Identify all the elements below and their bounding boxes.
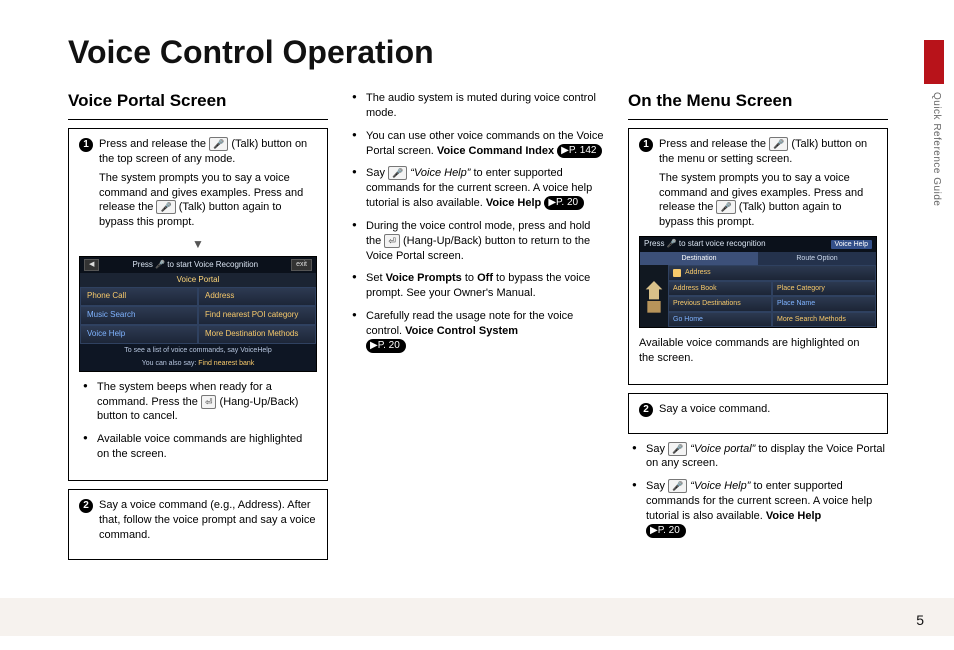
ms2-gohome: Go Home (668, 312, 772, 327)
ms2-placecat: Place Category (772, 281, 876, 296)
column-notes: The audio system is muted during voice c… (348, 91, 608, 568)
ms-sub2a: You can also say: (142, 360, 199, 367)
page-number: 5 (916, 612, 924, 628)
talk-icon: 🎤 (716, 200, 735, 214)
caption-c: Available voice commands are highlighted… (639, 336, 877, 366)
ms2-addrbook: Address Book (668, 281, 772, 296)
step-a2-text: Say a voice command (e.g., Address). Aft… (99, 499, 315, 541)
page-ref-20a: ▶P. 20 (544, 196, 584, 210)
ms2-moresearch: More Search Methods (772, 312, 876, 327)
note-voice-help: Say 🎤 “Voice Help” to enter supported co… (352, 166, 608, 211)
talk-icon: 🎤 (156, 200, 175, 214)
step-box-a1: 1 Press and release the 🎤 (Talk) button … (68, 128, 328, 481)
heading-voice-portal: Voice Portal Screen (68, 91, 328, 111)
step-box-a2: 2 Say a voice command (e.g., Address). A… (68, 489, 328, 560)
step-number-1: 1 (639, 138, 653, 152)
heading-menu-screen: On the Menu Screen (628, 91, 888, 111)
ms-item-poi: Find nearest POI category (198, 306, 316, 325)
divider (68, 119, 328, 120)
step-box-c1: 1 Press and release the 🎤 (Talk) button … (628, 128, 888, 385)
ms2-prevdest: Previous Destinations (668, 296, 772, 311)
page-ref-20b: ▶P. 20 (366, 339, 406, 353)
ms-item-more: More Destination Methods (198, 325, 316, 344)
talk-icon: 🎤 (769, 137, 788, 151)
step-a1-text-a: Press and release the (99, 138, 209, 150)
ms-item-music: Music Search (80, 306, 198, 325)
hangup-icon: ⏎ (384, 234, 400, 248)
ms-sub2b: Find nearest bank (198, 360, 254, 367)
exit-button: exit (291, 259, 312, 270)
ms2-tab-route: Route Option (758, 252, 876, 265)
side-label: Quick Reference Guide (931, 92, 942, 206)
step-number-2: 2 (639, 403, 653, 417)
talk-icon: 🎤 (209, 137, 228, 151)
house-icon (640, 265, 668, 327)
voice-portal-screenshot: ◀ Press 🎤 to start Voice Recognition exi… (79, 256, 317, 372)
section-tab (924, 40, 944, 84)
talk-icon: 🎤 (668, 442, 687, 456)
ms-sub1: To see a list of voice commands, say Voi… (80, 344, 316, 357)
page-title: Voice Control Operation (68, 34, 904, 71)
bullet-a-beep: The system beeps when ready for a comman… (83, 380, 317, 425)
note-usage: Carefully read the usage note for the vo… (352, 309, 608, 354)
ms-item-help: Voice Help (80, 325, 198, 344)
talk-icon: 🎤 (388, 166, 407, 180)
ms-top-text: Press 🎤 to start Voice Recognition (132, 260, 258, 271)
column-voice-portal: Voice Portal Screen 1 Press and release … (68, 91, 328, 568)
column-menu-screen: On the Menu Screen 1 Press and release t… (628, 91, 888, 568)
note-other-commands: You can use other voice commands on the … (352, 129, 608, 159)
divider (628, 119, 888, 120)
page-ref-142: ▶P. 142 (557, 144, 602, 158)
step-c1-text-a: Press and release the (659, 138, 769, 150)
talk-icon: 🎤 (668, 479, 687, 493)
step-c2-text: Say a voice command. (659, 403, 770, 415)
ms2-tab-destination: Destination (640, 252, 758, 265)
menu-screenshot: Press 🎤 to start voice recognition Voice… (639, 236, 877, 328)
bullet-c-voice-help: Say 🎤 “Voice Help” to enter supported co… (632, 479, 888, 538)
ms2-top-text: Press 🎤 to start voice recognition (644, 239, 766, 250)
back-icon: ◀ (84, 259, 99, 270)
ms2-address: Address (668, 265, 876, 280)
page-ref-20c: ▶P. 20 (646, 524, 686, 538)
note-muted: The audio system is muted during voice c… (352, 91, 608, 121)
bullet-c-voice-portal: Say 🎤 “Voice portal” to display the Voic… (632, 442, 888, 472)
bullet-a-highlight: Available voice commands are highlighted… (83, 432, 317, 462)
step-number-1: 1 (79, 138, 93, 152)
ms-title: Voice Portal (80, 273, 316, 288)
ms2-voicehelp: Voice Help (831, 240, 872, 249)
ms2-placename: Place Name (772, 296, 876, 311)
note-press-hold: During the voice control mode, press and… (352, 219, 608, 264)
step-box-c2: 2 Say a voice command. (628, 393, 888, 434)
hangup-icon: ⏎ (201, 395, 217, 409)
page-body: Voice Control Operation Voice Portal Scr… (0, 0, 954, 578)
ms-item-address: Address (198, 287, 316, 306)
ms-item-phone: Phone Call (80, 287, 198, 306)
arrow-down-icon: ▼ (79, 236, 317, 252)
footer-band (0, 598, 954, 636)
step-number-2: 2 (79, 499, 93, 513)
note-voice-prompts: Set Voice Prompts to Off to bypass the v… (352, 271, 608, 301)
